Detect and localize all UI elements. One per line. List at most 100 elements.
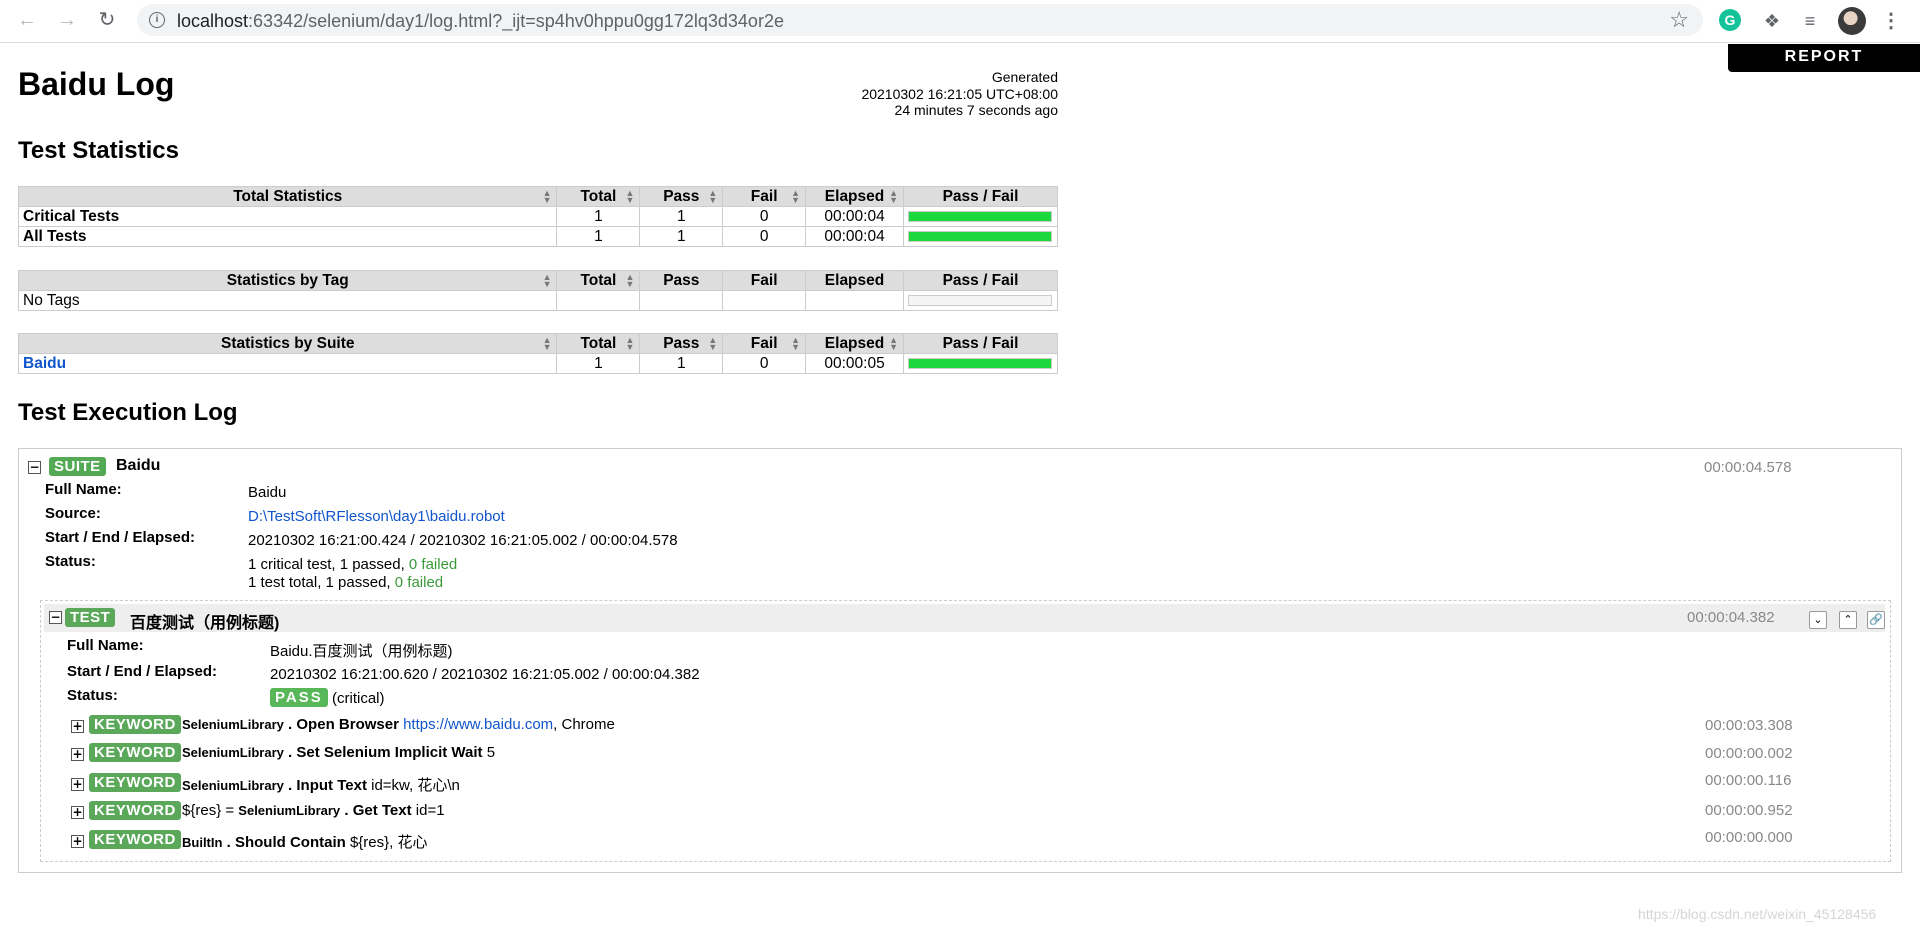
suite-link[interactable]: Baidu <box>23 355 66 372</box>
sort-arrows-icon: ▲ ▼ <box>542 188 552 205</box>
grammarly-extension-icon[interactable]: G <box>1719 9 1741 31</box>
stat-total <box>556 290 641 311</box>
stat-elapsed: 00:00:04 <box>805 206 904 227</box>
expand-keyword-toggle[interactable]: + <box>71 748 84 761</box>
meta-key: Start / End / Elapsed: <box>67 663 218 680</box>
test-times: 20210302 16:21:00.620 / 20210302 16:21:0… <box>270 666 700 683</box>
info-icon[interactable]: i <box>149 12 165 28</box>
failed-count: 0 failed <box>394 574 444 591</box>
keyword-row[interactable]: + KEYWORD SeleniumLibrary . Set Selenium… <box>41 741 1890 767</box>
stat-fail: 0 <box>722 353 807 374</box>
test-status-note: (critical) <box>332 690 385 707</box>
stat-pass: 1 <box>639 353 724 374</box>
sort-header-tag-statistics[interactable]: Statistics by Tag ▲ ▼ <box>17 270 558 291</box>
generated-label: Generated <box>991 69 1058 85</box>
keyword-name: Open Browser <box>296 716 399 733</box>
keyword-args: , Chrome <box>553 716 615 733</box>
keyword-row[interactable]: + KEYWORD SeleniumLibrary . Open Browser… <box>41 713 1890 739</box>
forward-arrow-icon[interactable]: → <box>54 7 80 33</box>
back-arrow-icon[interactable]: ← <box>14 7 40 33</box>
failed-count: 0 failed <box>408 556 458 573</box>
status-text: 1 critical test, 1 passed, <box>248 556 409 573</box>
stat-pass <box>639 290 724 311</box>
kebab-menu-icon[interactable]: ⋮ <box>1878 8 1904 34</box>
keyword-elapsed: 00:00:00.002 <box>1705 745 1793 762</box>
keyword-row[interactable]: + KEYWORD SeleniumLibrary . Input Text i… <box>41 771 1890 797</box>
extensions-puzzle-icon[interactable]: ❖ <box>1759 8 1785 34</box>
reload-icon[interactable]: ↻ <box>94 7 120 33</box>
test-header[interactable]: − TEST 百度测试（用例标题) 00:00:04.382 ⌄ ⌃ 🔗 <box>44 604 1885 632</box>
total-statistics-table: Total Statistics ▲ ▼ Total ▲ ▼ Pass ▲ ▼ Fail ▲ ▼… <box>17 186 1059 247</box>
stat-total: 1 <box>556 353 641 374</box>
table-row[interactable]: Baidu 1 1 0 00:00:05 <box>17 353 1059 374</box>
profile-avatar[interactable] <box>1838 7 1866 35</box>
collapse-suite-toggle[interactable]: − <box>28 461 41 474</box>
collapse-all-icon[interactable]: ⌃ <box>1839 611 1857 629</box>
keyword-row[interactable]: + KEYWORD BuiltIn . Should Contain ${res… <box>41 828 1890 854</box>
sort-header-elapsed[interactable]: Elapsed ▲ ▼ <box>805 186 904 207</box>
test-label: TEST <box>65 608 116 627</box>
keyword-arg-link[interactable]: https://www.baidu.com <box>403 716 553 733</box>
stat-name: Critical Tests <box>17 206 558 227</box>
stat-graph <box>902 290 1059 311</box>
sort-header-total[interactable]: Total ▲ ▼ <box>556 270 641 291</box>
bookmark-star-icon[interactable]: ☆ <box>1669 7 1689 33</box>
stat-fail <box>722 290 807 311</box>
watermark: https://blog.csdn.net/weixin_45128456 <box>1638 906 1877 922</box>
header-label: Elapsed <box>824 334 885 352</box>
tag-statistics-table: Statistics by Tag ▲ ▼ Total ▲ ▼ Pass Fail El… <box>17 270 1059 311</box>
keyword-assign: ${res} = <box>182 802 239 819</box>
sort-header-total[interactable]: Total ▲ ▼ <box>556 186 641 207</box>
reading-list-icon[interactable]: ≡ <box>1797 8 1823 34</box>
link-icon[interactable]: 🔗 <box>1867 611 1885 629</box>
sort-header-fail[interactable]: Fail ▲ ▼ <box>722 186 807 207</box>
keyword-name: Get Text <box>352 802 412 819</box>
stat-total: 1 <box>556 226 641 247</box>
keyword-label: KEYWORD <box>89 715 181 734</box>
suite-name[interactable]: Baidu <box>116 457 160 475</box>
sort-header-pass[interactable]: Pass ▲ ▼ <box>639 186 724 207</box>
sort-header-fail[interactable]: Fail ▲ ▼ <box>722 333 807 354</box>
header-fail: Fail <box>722 270 807 291</box>
expand-keyword-toggle[interactable]: + <box>71 835 84 848</box>
sort-arrows-icon: ▲ ▼ <box>889 335 898 352</box>
address-bar[interactable]: i localhost:63342/selenium/day1/log.html… <box>137 4 1703 36</box>
table-row[interactable]: Critical Tests 1 1 0 00:00:04 <box>17 206 1059 227</box>
header-label: Fail <box>750 187 778 205</box>
keyword-elapsed: 00:00:00.952 <box>1705 802 1793 819</box>
sort-header-total[interactable]: Total ▲ ▼ <box>556 333 641 354</box>
report-link-button[interactable]: REPORT <box>1728 44 1920 72</box>
meta-key: Full Name: <box>67 637 144 654</box>
table-header-row: Total Statistics ▲ ▼ Total ▲ ▼ Pass ▲ ▼ Fail ▲ ▼… <box>17 186 1059 207</box>
expand-all-icon[interactable]: ⌄ <box>1809 611 1827 629</box>
url-text[interactable]: localhost:63342/selenium/day1/log.html?_… <box>177 11 784 32</box>
stat-pass: 1 <box>639 226 724 247</box>
collapse-test-toggle[interactable]: − <box>49 611 62 624</box>
generated-ago: 24 minutes 7 seconds ago <box>894 102 1058 118</box>
keyword-args: id=kw, 花心\n <box>371 777 460 794</box>
keyword-row[interactable]: + KEYWORD ${res} = SeleniumLibrary . Get… <box>41 799 1890 825</box>
keyword-library: SeleniumLibrary <box>182 717 284 732</box>
expand-keyword-toggle[interactable]: + <box>71 720 84 733</box>
meta-key: Status: <box>45 553 96 570</box>
sort-header-total-statistics[interactable]: Total Statistics ▲ ▼ <box>17 186 558 207</box>
pass-fail-bar <box>908 358 1053 369</box>
stat-graph <box>902 226 1059 247</box>
keyword-args: 5 <box>486 744 496 761</box>
stat-elapsed <box>805 290 904 311</box>
keyword-library: SeleniumLibrary <box>182 778 284 793</box>
header-pass: Pass <box>639 270 724 291</box>
sort-header-pass[interactable]: Pass ▲ ▼ <box>639 333 724 354</box>
sort-arrows-icon: ▲ ▼ <box>542 272 552 289</box>
sort-header-elapsed[interactable]: Elapsed ▲ ▼ <box>805 333 904 354</box>
meta-key: Start / End / Elapsed: <box>45 529 196 546</box>
keyword-text: BuiltIn . Should Contain ${res}, 花心 <box>182 834 428 851</box>
suite-source-link[interactable]: D:\TestSoft\RFlesson\day1\baidu.robot <box>248 508 505 525</box>
expand-keyword-toggle[interactable]: + <box>71 806 84 819</box>
sort-header-suite-statistics[interactable]: Statistics by Suite ▲ ▼ <box>17 333 558 354</box>
keyword-name: Set Selenium Implicit Wait <box>296 744 483 761</box>
expand-keyword-toggle[interactable]: + <box>71 778 84 791</box>
sort-arrows-icon: ▲ ▼ <box>625 188 635 205</box>
meta-key: Status: <box>67 687 118 704</box>
table-row[interactable]: All Tests 1 1 0 00:00:04 <box>17 226 1059 247</box>
